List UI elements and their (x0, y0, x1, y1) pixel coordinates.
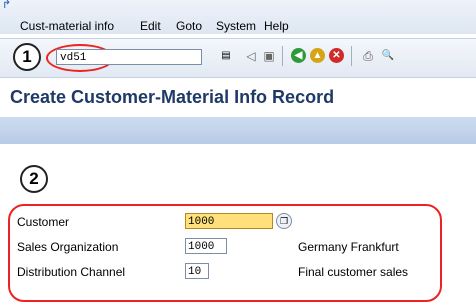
save-icon[interactable]: ▣ (261, 48, 277, 64)
sales-org-input[interactable]: 1000 (185, 238, 227, 254)
green-check-icon[interactable]: ◀ (291, 48, 306, 63)
toolbar-separator (282, 46, 283, 66)
toolbar-separator (351, 46, 352, 66)
cancel-icon[interactable]: ✕ (329, 48, 344, 63)
callout-2: 2 (20, 165, 48, 193)
application-toolbar (0, 117, 476, 144)
customer-label: Customer (17, 215, 70, 229)
menu-system[interactable]: System (216, 19, 256, 33)
print-icon[interactable]: ⎙ (360, 48, 376, 64)
back-arrow-icon[interactable]: ◁ (243, 48, 259, 64)
menu-edit[interactable]: Edit (140, 19, 161, 33)
value-help-icon[interactable]: ❐ (276, 213, 292, 229)
find-icon[interactable]: 🔍 (380, 48, 396, 64)
sales-org-label: Sales Organization (17, 240, 119, 254)
distribution-channel-description: Final customer sales (298, 265, 409, 279)
command-field[interactable]: vd51 (56, 49, 202, 65)
menu-corner-icon[interactable]: ↱ (2, 0, 12, 11)
page-title: Create Customer-Material Info Record (10, 87, 335, 107)
distribution-channel-input[interactable]: 10 (185, 263, 209, 279)
menu-help[interactable]: Help (264, 19, 289, 33)
menu-cust-material-info[interactable]: Cust-material info (20, 19, 114, 33)
callout-1: 1 (13, 43, 41, 71)
exit-icon[interactable]: ▲ (310, 48, 325, 63)
customer-input[interactable]: 1000 (185, 213, 273, 229)
distribution-channel-label: Distribution Channel (17, 265, 126, 279)
dropdown-icon[interactable]: ▤ (218, 48, 234, 64)
menu-goto[interactable]: Goto (176, 19, 202, 33)
sales-org-description: Germany Frankfurt (298, 240, 399, 254)
